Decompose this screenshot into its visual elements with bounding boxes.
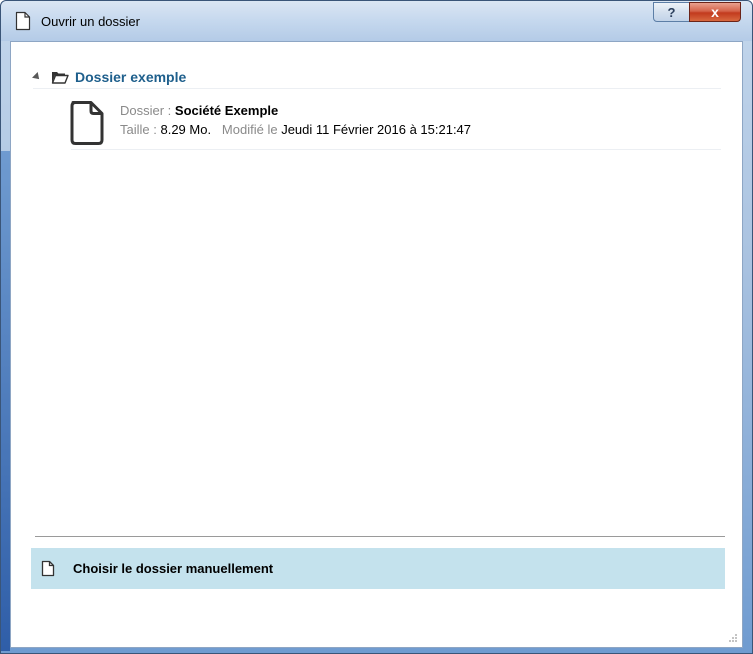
- item-dossier-line: Dossier : Société Exemple: [120, 103, 278, 118]
- item-divider: [71, 149, 721, 150]
- group-title: Dossier exemple: [75, 69, 187, 85]
- item-details-line: Taille : 8.29 Mo. Modifié le Jeudi 11 Fé…: [120, 122, 471, 137]
- taille-label: Taille :: [120, 122, 157, 137]
- choose-manual-button[interactable]: Choisir le dossier manuellement: [31, 548, 725, 589]
- document-icon: [15, 11, 31, 31]
- close-button[interactable]: x: [689, 2, 741, 22]
- resize-grip-icon[interactable]: [728, 633, 738, 643]
- window-title: Ouvrir un dossier: [41, 14, 140, 29]
- document-icon: [41, 560, 55, 577]
- taille-value: 8.29 Mo.: [160, 122, 212, 137]
- group-divider: [33, 88, 721, 89]
- dossier-label: Dossier :: [120, 103, 172, 118]
- dialog-content: Dossier exemple Dossier : Société Exempl…: [10, 41, 743, 648]
- title-bar[interactable]: Ouvrir un dossier ? x: [1, 1, 752, 41]
- dialog-window: Ouvrir un dossier ? x Dossier exemple Do…: [0, 0, 753, 654]
- section-separator: [35, 536, 725, 537]
- choose-manual-label: Choisir le dossier manuellement: [73, 561, 274, 576]
- modifie-value: Jeudi 11 Février 2016 à 15:21:47: [281, 122, 472, 137]
- folder-open-icon: [51, 72, 69, 84]
- help-button[interactable]: ?: [653, 2, 690, 22]
- group-header[interactable]: Dossier exemple: [32, 68, 723, 86]
- dossier-value: Société Exemple: [174, 103, 279, 118]
- window-frame-accent: [1, 151, 10, 651]
- modifie-label: Modifié le: [221, 122, 278, 137]
- list-item[interactable]: Dossier : Société Exemple Taille : 8.29 …: [69, 100, 719, 150]
- document-icon: [70, 101, 104, 145]
- collapse-triangle-icon[interactable]: [32, 72, 42, 82]
